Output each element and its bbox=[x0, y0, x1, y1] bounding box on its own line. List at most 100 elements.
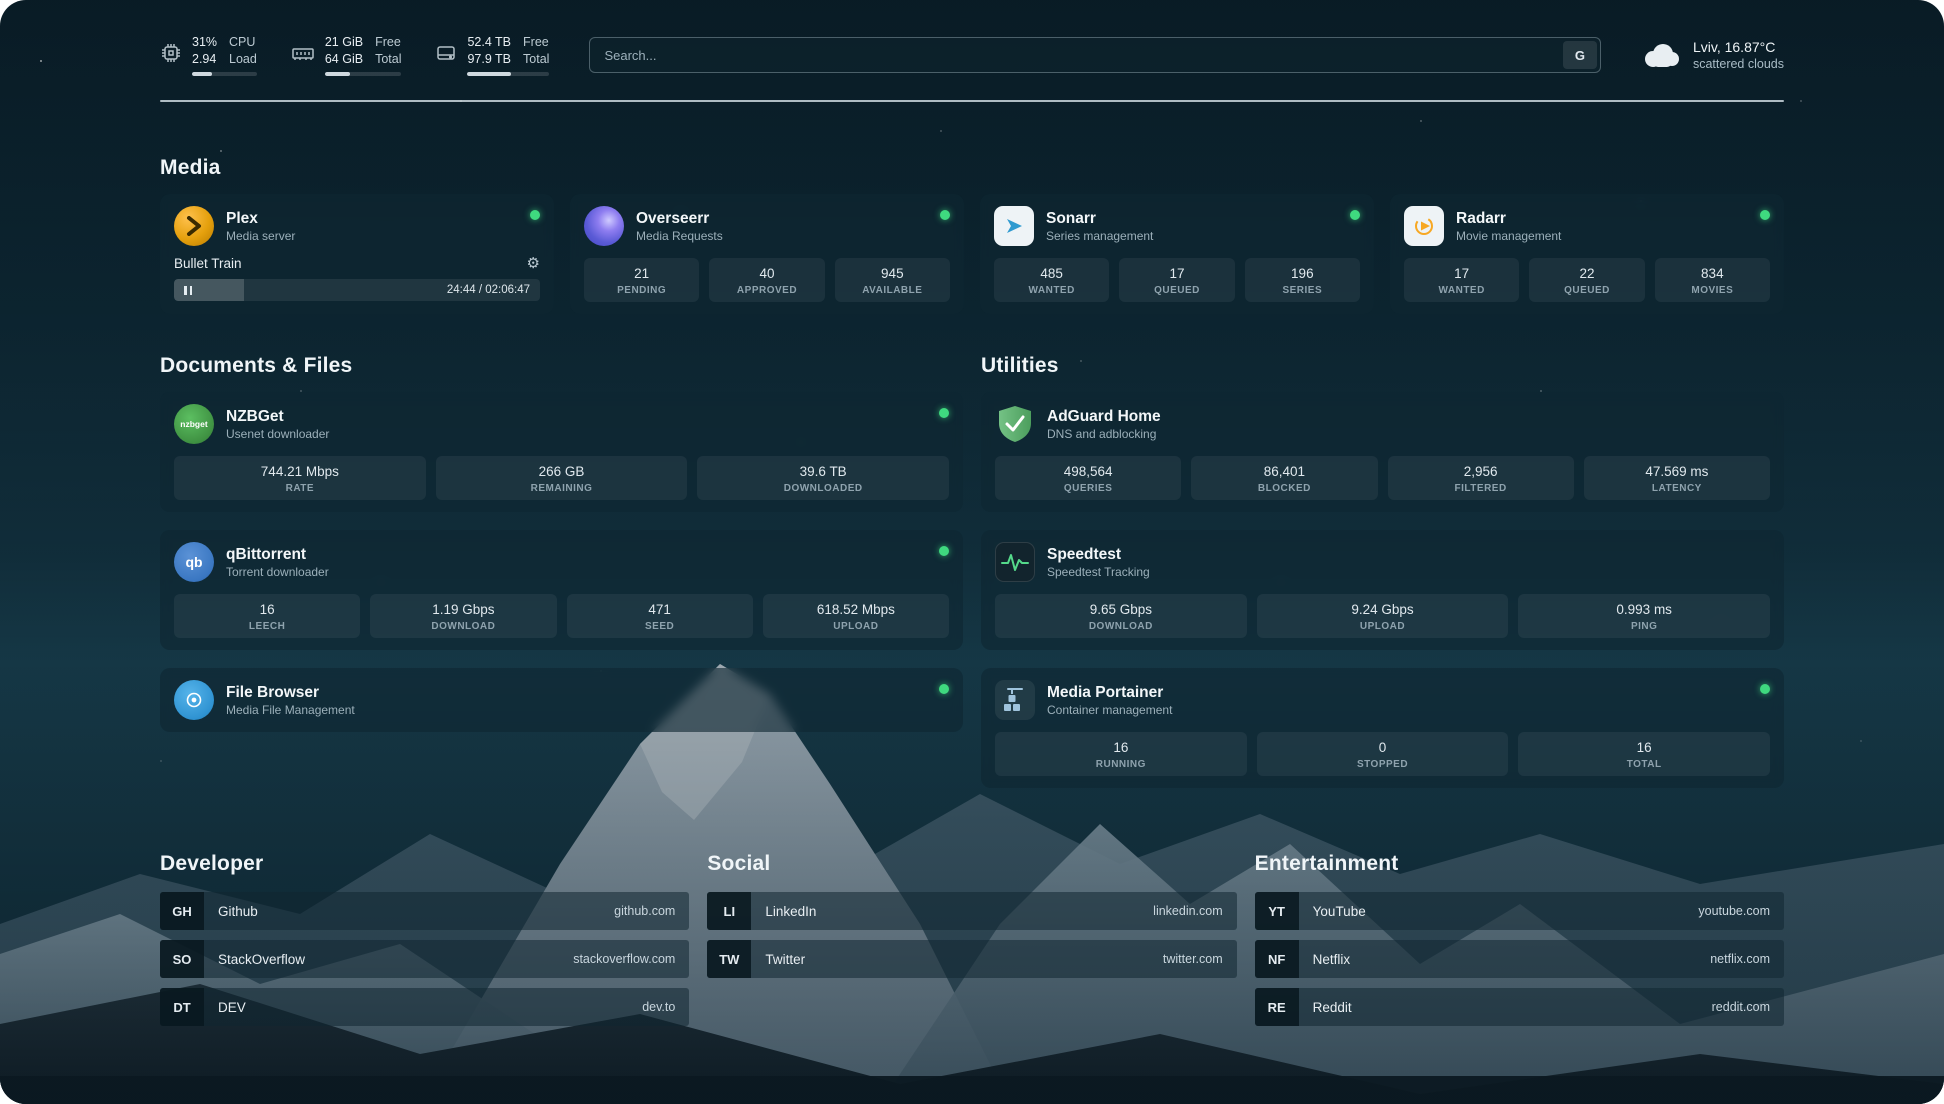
filebrowser-icon bbox=[174, 680, 214, 720]
disk-free-label: Free bbox=[523, 34, 549, 50]
stat-value: 0.993 ms bbox=[1522, 601, 1766, 618]
cpu-widget: 31% 2.94 CPU Load bbox=[160, 34, 257, 76]
qbittorrent-icon-text: qb bbox=[185, 554, 202, 570]
search-bar: G bbox=[589, 37, 1601, 73]
bookmarks-entertainment: Entertainment YT YouTube youtube.com NF … bbox=[1255, 852, 1784, 1036]
section-title-social: Social bbox=[707, 852, 1236, 876]
stat-available: 945 AVAILABLE bbox=[835, 258, 950, 302]
adguard-stats: 498,564 QUERIES 86,401 BLOCKED 2,956 FIL… bbox=[995, 456, 1770, 500]
stat-value: 86,401 bbox=[1195, 463, 1373, 480]
section-title-developer: Developer bbox=[160, 852, 689, 876]
app-tile-plex[interactable]: Plex Media server bbox=[174, 206, 540, 246]
search-engine-badge[interactable]: G bbox=[1563, 41, 1597, 69]
stat-value: 17 bbox=[1408, 265, 1515, 282]
bookmark-twitter[interactable]: TW Twitter twitter.com bbox=[707, 940, 1236, 978]
bookmark-name: Reddit bbox=[1313, 1000, 1352, 1015]
app-card-sonarr: Sonarr Series management 485 WANTED 17 Q… bbox=[980, 194, 1374, 314]
stat-label: LATENCY bbox=[1588, 483, 1766, 494]
stat-value: 40 bbox=[713, 265, 820, 282]
settings-gear-icon[interactable]: ⚙ bbox=[527, 256, 540, 271]
section-title-media: Media bbox=[160, 156, 1784, 180]
bookmark-name: DEV bbox=[218, 1000, 246, 1015]
app-subtitle-plex: Media server bbox=[226, 229, 295, 244]
disk-total-value: 97.9 TB bbox=[467, 51, 511, 67]
stat-label: AVAILABLE bbox=[839, 285, 946, 296]
stat-value: 618.52 Mbps bbox=[767, 601, 945, 618]
stat-value: 17 bbox=[1123, 265, 1230, 282]
weather-condition: scattered clouds bbox=[1693, 56, 1784, 72]
stat-ping: 0.993 ms PING bbox=[1518, 594, 1770, 638]
bookmark-abbr: TW bbox=[707, 940, 751, 978]
stat-approved: 40 APPROVED bbox=[709, 258, 824, 302]
stat-label: REMAINING bbox=[440, 483, 684, 494]
app-tile-overseerr[interactable]: Overseerr Media Requests bbox=[584, 206, 950, 246]
bookmark-netflix[interactable]: NF Netflix netflix.com bbox=[1255, 940, 1784, 978]
bookmark-github[interactable]: GH Github github.com bbox=[160, 892, 689, 930]
bookmark-linkedin[interactable]: LI LinkedIn linkedin.com bbox=[707, 892, 1236, 930]
stat-label: SERIES bbox=[1249, 285, 1356, 296]
stat-wanted: 485 WANTED bbox=[994, 258, 1109, 302]
bookmark-name: YouTube bbox=[1313, 904, 1366, 919]
qbittorrent-icon: qb bbox=[174, 542, 214, 582]
app-tile-portainer[interactable]: Media Portainer Container management bbox=[995, 680, 1770, 720]
app-card-filebrowser: File Browser Media File Management bbox=[160, 668, 963, 732]
bookmark-dev[interactable]: DT DEV dev.to bbox=[160, 988, 689, 1026]
app-name-adguard: AdGuard Home bbox=[1047, 407, 1161, 426]
playback-progress-bar[interactable]: 24:44 / 02:06:47 bbox=[174, 279, 540, 301]
dashboard-window: 31% 2.94 CPU Load bbox=[0, 0, 1944, 1104]
app-card-nzbget: nzbget NZBGet Usenet downloader 744.21 M… bbox=[160, 392, 963, 512]
stat-label: DOWNLOADED bbox=[701, 483, 945, 494]
app-tile-nzbget[interactable]: nzbget NZBGet Usenet downloader bbox=[174, 404, 949, 444]
stat-label: RUNNING bbox=[999, 759, 1243, 770]
stat-label: DOWNLOAD bbox=[999, 621, 1243, 632]
stat-value: 834 bbox=[1659, 265, 1766, 282]
app-name-plex: Plex bbox=[226, 209, 295, 228]
stat-wanted: 17 WANTED bbox=[1404, 258, 1519, 302]
app-tile-speedtest[interactable]: Speedtest Speedtest Tracking bbox=[995, 542, 1770, 582]
stat-label: QUEUED bbox=[1123, 285, 1230, 296]
radarr-icon bbox=[1404, 206, 1444, 246]
app-card-overseerr: Overseerr Media Requests 21 PENDING 40 A… bbox=[570, 194, 964, 314]
status-indicator-nzbget bbox=[939, 408, 949, 418]
app-tile-adguard[interactable]: AdGuard Home DNS and adblocking bbox=[995, 404, 1770, 444]
stat-label: WANTED bbox=[998, 285, 1105, 296]
system-widgets: 31% 2.94 CPU Load bbox=[160, 34, 549, 76]
app-card-radarr: Radarr Movie management 17 WANTED 22 QUE… bbox=[1390, 194, 1784, 314]
stat-label: QUERIES bbox=[999, 483, 1177, 494]
bookmark-reddit[interactable]: RE Reddit reddit.com bbox=[1255, 988, 1784, 1026]
search-input[interactable] bbox=[589, 37, 1601, 73]
stat-blocked: 86,401 BLOCKED bbox=[1191, 456, 1377, 500]
status-indicator-qbittorrent bbox=[939, 546, 949, 556]
app-tile-qbittorrent[interactable]: qb qBittorrent Torrent downloader bbox=[174, 542, 949, 582]
bookmark-abbr: SO bbox=[160, 940, 204, 978]
bookmark-stackoverflow[interactable]: SO StackOverflow stackoverflow.com bbox=[160, 940, 689, 978]
app-name-radarr: Radarr bbox=[1456, 209, 1561, 228]
stat-value: 196 bbox=[1249, 265, 1356, 282]
app-card-plex: Plex Media server Bullet Train ⚙ 24:44 /… bbox=[160, 194, 554, 314]
bookmark-url: dev.to bbox=[642, 1000, 675, 1014]
stat-value: 16 bbox=[178, 601, 356, 618]
app-tile-sonarr[interactable]: Sonarr Series management bbox=[994, 206, 1360, 246]
bookmark-abbr: RE bbox=[1255, 988, 1299, 1026]
stat-label: PENDING bbox=[588, 285, 695, 296]
status-indicator-overseerr bbox=[940, 210, 950, 220]
pause-button[interactable] bbox=[184, 286, 192, 295]
playback-time: 24:44 / 02:06:47 bbox=[447, 284, 530, 296]
app-tile-filebrowser[interactable]: File Browser Media File Management bbox=[174, 680, 949, 720]
app-subtitle-qbittorrent: Torrent downloader bbox=[226, 565, 329, 580]
app-subtitle-radarr: Movie management bbox=[1456, 229, 1561, 244]
stat-value: 9.24 Gbps bbox=[1261, 601, 1505, 618]
section-title-entertainment: Entertainment bbox=[1255, 852, 1784, 876]
sonarr-icon bbox=[994, 206, 1034, 246]
stat-upload: 9.24 Gbps UPLOAD bbox=[1257, 594, 1509, 638]
app-name-overseerr: Overseerr bbox=[636, 209, 723, 228]
app-name-qbittorrent: qBittorrent bbox=[226, 545, 329, 564]
app-tile-radarr[interactable]: Radarr Movie management bbox=[1404, 206, 1770, 246]
stat-seed: 471 SEED bbox=[567, 594, 753, 638]
stat-label: LEECH bbox=[178, 621, 356, 632]
bookmark-name: Twitter bbox=[765, 952, 805, 967]
stat-upload: 618.52 Mbps UPLOAD bbox=[763, 594, 949, 638]
bookmark-abbr: DT bbox=[160, 988, 204, 1026]
stat-value: 485 bbox=[998, 265, 1105, 282]
bookmark-youtube[interactable]: YT YouTube youtube.com bbox=[1255, 892, 1784, 930]
